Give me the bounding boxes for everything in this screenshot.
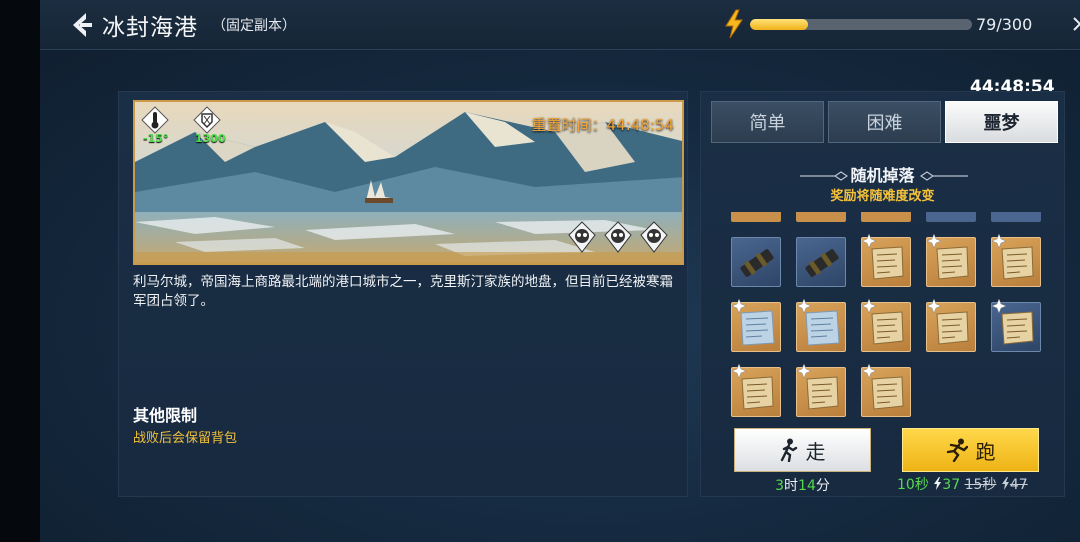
limits-title: 其他限制 — [133, 406, 198, 425]
lightning-icon — [1001, 477, 1009, 490]
drop-item-scroll[interactable] — [796, 364, 846, 417]
run-old-energy-cost: 47 — [1009, 477, 1028, 493]
temperature-value: -15° — [143, 132, 169, 145]
walk-hours: 3 — [775, 478, 785, 494]
tab-label: 困难 — [866, 113, 903, 134]
drop-item-telescope[interactable] — [796, 237, 846, 287]
run-label: 跑 — [975, 439, 996, 464]
menu-icon[interactable] — [1070, 14, 1080, 34]
shield-icon — [193, 106, 221, 134]
drops-subtitle: 奖励将随难度改变 — [830, 189, 935, 204]
drop-item-scroll[interactable] — [861, 234, 911, 287]
drop-slot-partial — [861, 212, 911, 222]
left-edge — [0, 0, 40, 542]
drop-item-scroll[interactable] — [926, 299, 976, 352]
dungeon-description: 利马尔城，帝国海上商路最北端的港口城市之一，克里斯汀家族的地盘，但目前已经被寒霜… — [133, 274, 673, 309]
drop-slot-partial — [926, 212, 976, 222]
walk-duration: 3时14分 — [734, 475, 871, 495]
back-arrow-icon[interactable] — [68, 10, 94, 40]
tab-easy[interactable]: 简单 — [711, 101, 824, 143]
run-old-time: 15秒 — [964, 477, 997, 493]
walk-icon — [780, 438, 797, 462]
page-subtitle: （固定副本） — [212, 18, 296, 34]
run-icon — [946, 438, 968, 462]
drop-item-scroll[interactable] — [861, 364, 911, 417]
run-energy-cost: 37 — [942, 477, 961, 493]
lightning-icon — [725, 9, 743, 39]
drop-item-scroll[interactable] — [991, 234, 1041, 287]
tab-hard[interactable]: 困难 — [828, 101, 941, 143]
walk-button[interactable]: 走 — [734, 428, 871, 472]
drop-slot-partial — [731, 212, 781, 222]
drop-item-blueprint[interactable] — [731, 299, 781, 352]
run-time: 10秒 — [897, 477, 929, 493]
energy-bar-fill — [750, 19, 809, 30]
skull-icon — [568, 221, 596, 253]
drop-item-blueprint[interactable] — [796, 299, 846, 352]
drop-item-scroll[interactable] — [731, 364, 781, 417]
energy-count: 79/300 — [976, 15, 1033, 34]
power-value: 1300 — [195, 132, 226, 145]
walk-hours-unit: 时 — [784, 478, 799, 494]
drop-item-scroll[interactable] — [861, 299, 911, 352]
run-button[interactable]: 跑 — [902, 428, 1039, 472]
dungeon-banner: 重置时间：44:48:54 -15° 1300 — [133, 100, 684, 265]
skull-icon — [640, 221, 668, 253]
reset-timer: 重置时间：44:48:54 — [531, 116, 674, 134]
skull-icon — [604, 221, 632, 253]
walk-minutes: 14 — [798, 478, 816, 494]
tab-label: 噩梦 — [983, 113, 1020, 134]
energy-bar — [750, 19, 972, 30]
lightning-icon — [934, 477, 942, 490]
tab-nightmare[interactable]: 噩梦 — [945, 101, 1058, 143]
drop-slot-partial — [991, 212, 1041, 222]
drop-slot-partial — [796, 212, 846, 222]
thermometer-icon — [141, 106, 169, 134]
limits-text: 战败后会保留背包 — [133, 431, 238, 446]
tab-label: 简单 — [749, 113, 786, 134]
run-cost-info: 10秒 37 15秒 47 — [897, 474, 1057, 494]
walk-minutes-unit: 分 — [815, 478, 830, 494]
drop-item-telescope[interactable] — [731, 237, 781, 287]
drop-item-scroll[interactable] — [926, 234, 976, 287]
walk-label: 走 — [805, 439, 826, 464]
drop-item-scroll-blue[interactable] — [991, 299, 1041, 352]
page-title: 冰封海港 — [102, 15, 198, 41]
drops-title: 随机掉落 — [850, 166, 915, 185]
